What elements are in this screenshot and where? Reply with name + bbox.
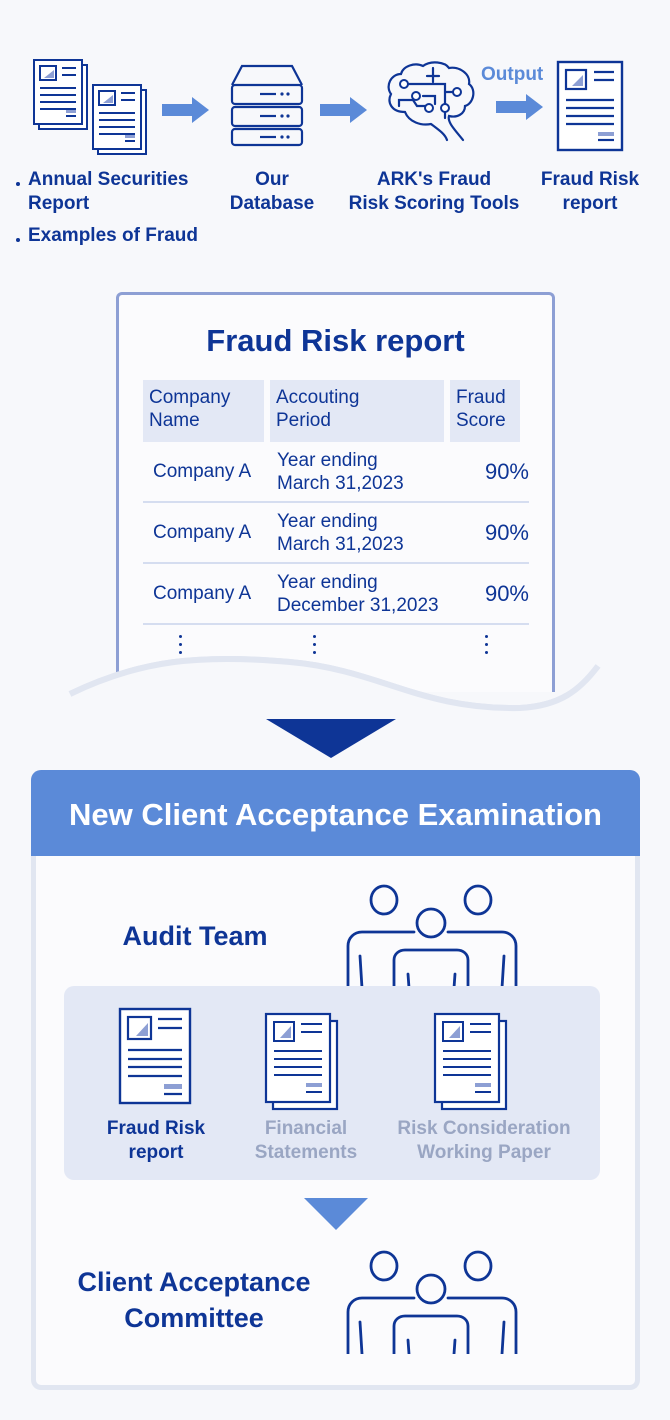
- source-list: Annual Securities Report Examples of Frau…: [14, 168, 198, 256]
- table-row: Company A Year ending March 31,2023 90%: [143, 503, 529, 564]
- output-label: Output: [481, 64, 544, 85]
- period-cell: Year ending December 31,2023: [277, 571, 439, 616]
- arrow-right-icon: [162, 97, 209, 123]
- table-row: Company A Year ending December 31,2023 90…: [143, 564, 529, 625]
- committee-label: Client Acceptance Committee: [77, 1267, 311, 1333]
- arrow-right-icon: [496, 94, 543, 120]
- table-row: Company A Year ending March 31,2023 90%: [143, 442, 529, 503]
- arrow-down-icon: [304, 1198, 368, 1230]
- ai-brain-icon: [387, 61, 475, 142]
- company-cell: Company A: [153, 460, 252, 482]
- column-header-score: Fraud Score: [450, 380, 520, 442]
- score-cell: 90%: [484, 580, 529, 606]
- document-stack-icon: [33, 59, 147, 155]
- document-label-financial: Financial Statements: [254, 1118, 358, 1163]
- period-cell: Year ending March 31,2023: [277, 510, 404, 555]
- source-item: Examples of Fraud: [14, 224, 198, 248]
- score-cell: 90%: [484, 458, 529, 484]
- audit-team-label: Audit Team: [122, 921, 268, 951]
- examination-title: New Client Acceptance Examination: [31, 770, 640, 856]
- torn-edge-wave: [68, 655, 601, 720]
- document-icon: [556, 60, 624, 152]
- fraud-risk-report-card: Fraud Risk report Company Name Accouting P…: [116, 292, 555, 692]
- document-stack-icon: [264, 1012, 339, 1111]
- table-header: Company Name Accouting Period Fraud Score: [143, 380, 529, 442]
- tool-label: ARK's Fraud Risk Scoring Tools: [348, 169, 520, 214]
- column-header-company: Company Name: [143, 380, 264, 442]
- arrow-right-icon: [320, 97, 367, 123]
- period-cell: Year ending March 31,2023: [277, 449, 404, 494]
- report-title: Fraud Risk report: [206, 323, 465, 358]
- database-server-icon: [230, 64, 304, 147]
- people-group-icon: [346, 1250, 518, 1354]
- company-cell: Company A: [153, 582, 252, 604]
- report-table: Company Name Accouting Period Fraud Score C…: [143, 380, 529, 665]
- document-stack-icon: [433, 1012, 508, 1111]
- document-label-fraud-risk: Fraud Risk report: [106, 1118, 206, 1163]
- arrow-down-icon: [266, 719, 396, 758]
- document-label-risk-consideration: Risk Consideration Working Paper: [397, 1118, 571, 1163]
- document-icon: [118, 1007, 192, 1105]
- company-cell: Company A: [153, 521, 252, 543]
- score-cell: 90%: [484, 519, 529, 545]
- people-group-icon: [346, 884, 518, 988]
- report-label: Fraud Risk report: [540, 169, 640, 214]
- database-label: Our Database: [229, 169, 315, 214]
- column-header-period: Accouting Period: [270, 380, 444, 442]
- source-item: Annual Securities Report: [14, 168, 198, 216]
